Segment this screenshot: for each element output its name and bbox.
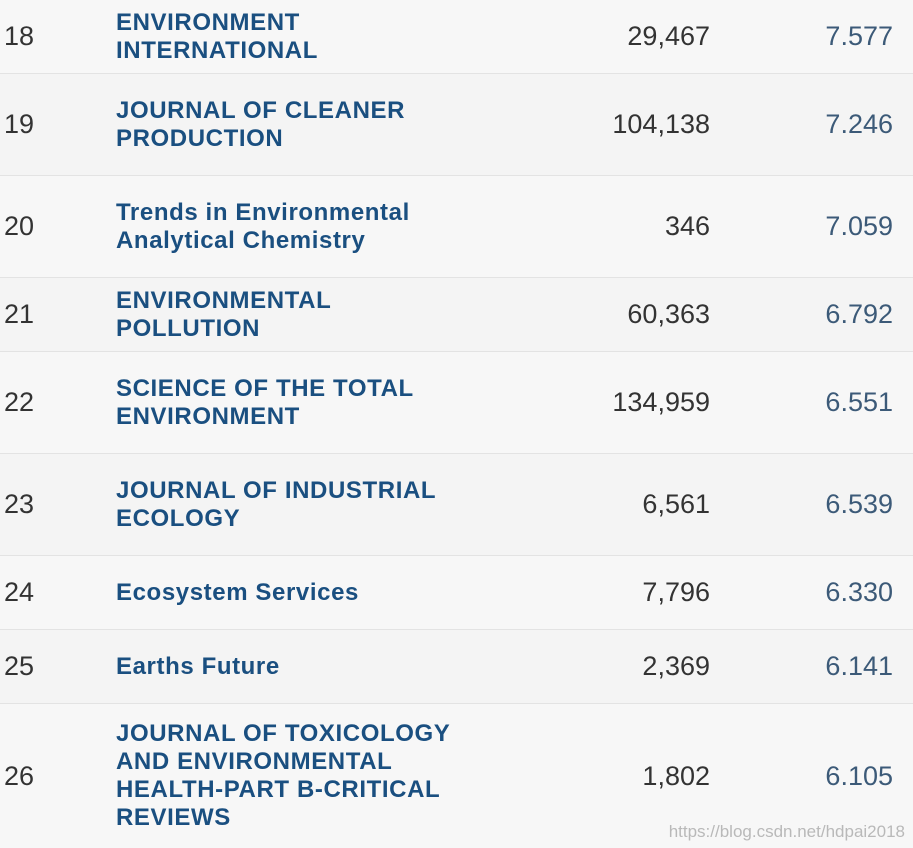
journal-title-link[interactable]: ENVIRONMENT INTERNATIONAL xyxy=(116,0,536,73)
journal-title-link[interactable]: SCIENCE OF THE TOTAL ENVIRONMENT xyxy=(116,352,536,453)
impact-factor-cell: 6.141 xyxy=(825,651,893,681)
rank-cell: 19 xyxy=(4,109,35,139)
watermark-text: https://blog.csdn.net/hdpai2018 xyxy=(668,822,905,841)
impact-factor-cell: 7.577 xyxy=(825,21,893,51)
journal-title-link[interactable]: JOURNAL OF CLEANER PRODUCTION xyxy=(116,74,536,175)
rank-cell: 18 xyxy=(4,21,35,51)
impact-factor-cell: 6.539 xyxy=(825,489,893,519)
impact-factor-cell: 6.330 xyxy=(825,577,893,607)
rank-cell: 22 xyxy=(4,387,35,417)
journal-title-link[interactable]: JOURNAL OF TOXICOLOGY AND ENVIRONMENTAL … xyxy=(116,704,536,848)
journal-title-link[interactable]: JOURNAL OF INDUSTRIAL ECOLOGY xyxy=(116,454,536,555)
total-cites-cell: 6,561 xyxy=(642,489,710,519)
journal-title-link[interactable]: Earths Future xyxy=(116,630,536,703)
impact-factor-cell: 6.551 xyxy=(825,387,893,417)
total-cites-cell: 104,138 xyxy=(612,109,710,139)
total-cites-cell: 7,796 xyxy=(642,577,710,607)
total-cites-cell: 29,467 xyxy=(627,21,710,51)
impact-factor-cell: 7.059 xyxy=(825,211,893,241)
rank-cell: 24 xyxy=(4,577,35,607)
total-cites-cell: 2,369 xyxy=(642,651,710,681)
table-row: 22 SCIENCE OF THE TOTAL ENVIRONMENT 134,… xyxy=(0,352,913,454)
table-row: 23 JOURNAL OF INDUSTRIAL ECOLOGY 6,561 6… xyxy=(0,454,913,556)
rank-cell: 25 xyxy=(4,651,35,681)
total-cites-cell: 134,959 xyxy=(612,387,710,417)
total-cites-cell: 346 xyxy=(664,211,710,241)
rank-cell: 26 xyxy=(4,760,35,791)
impact-factor-cell: 6.792 xyxy=(825,299,893,329)
journal-title-link[interactable]: ENVIRONMENTAL POLLUTION xyxy=(116,278,536,351)
table-row: 18 ENVIRONMENT INTERNATIONAL 29,467 7.57… xyxy=(0,0,913,74)
rank-cell: 21 xyxy=(4,299,35,329)
total-cites-cell: 60,363 xyxy=(627,299,710,329)
table-row: 25 Earths Future 2,369 6.141 xyxy=(0,630,913,704)
rank-cell: 23 xyxy=(4,489,35,519)
table-row: 21 ENVIRONMENTAL POLLUTION 60,363 6.792 xyxy=(0,278,913,352)
journal-title-link[interactable]: Ecosystem Services xyxy=(116,556,536,629)
impact-factor-cell: 7.246 xyxy=(825,109,893,139)
rank-cell: 20 xyxy=(4,211,35,241)
journal-title-link[interactable]: Trends in Environmental Analytical Chemi… xyxy=(116,176,536,277)
table-row: 24 Ecosystem Services 7,796 6.330 xyxy=(0,556,913,630)
table-row: 19 JOURNAL OF CLEANER PRODUCTION 104,138… xyxy=(0,74,913,176)
table-row: 20 Trends in Environmental Analytical Ch… xyxy=(0,176,913,278)
journal-ranking-table: 18 ENVIRONMENT INTERNATIONAL 29,467 7.57… xyxy=(0,0,913,848)
